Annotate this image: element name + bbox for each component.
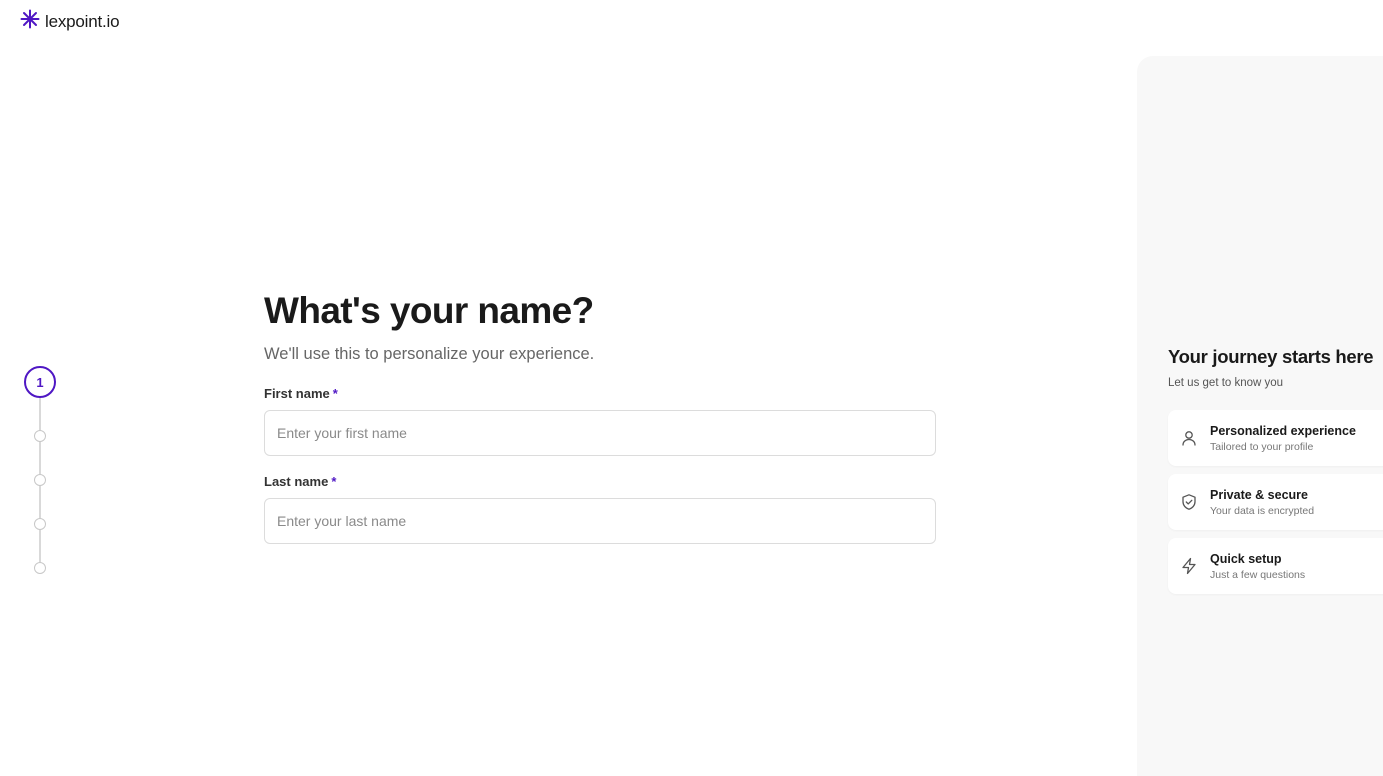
step-4-dot bbox=[34, 518, 46, 530]
brand-name: lexpoint.io bbox=[45, 11, 120, 31]
feature-card-secure: Private & secure Your data is encrypted bbox=[1168, 474, 1383, 530]
lightning-icon bbox=[1180, 557, 1198, 575]
feature-text: Private & secure Your data is encrypted bbox=[1210, 487, 1314, 518]
first-name-input[interactable] bbox=[264, 410, 936, 456]
step-5-dot bbox=[34, 562, 46, 574]
required-asterisk: * bbox=[332, 386, 338, 401]
onboarding-page: lexpoint.io 1 What's your name? We'll us… bbox=[0, 0, 1383, 776]
side-panel-subtitle: Let us get to know you bbox=[1168, 377, 1284, 389]
feature-title: Quick setup bbox=[1210, 551, 1282, 566]
side-panel-content: Your journey starts here Let us get to k… bbox=[1168, 346, 1383, 602]
info-side-panel: Your journey starts here Let us get to k… bbox=[1137, 56, 1383, 776]
feature-text: Personalized experience Tailored to your… bbox=[1210, 423, 1356, 454]
feature-card-personalized: Personalized experience Tailored to your… bbox=[1168, 410, 1383, 466]
feature-title: Private & secure bbox=[1210, 487, 1308, 502]
feature-text: Quick setup Just a few questions bbox=[1210, 551, 1305, 582]
feature-description: Your data is encrypted bbox=[1210, 504, 1315, 517]
feature-description: Tailored to your profile bbox=[1210, 440, 1314, 453]
step-3-dot bbox=[34, 474, 46, 486]
last-name-input[interactable] bbox=[264, 498, 936, 544]
asterisk-logo-icon bbox=[20, 9, 40, 34]
page-title: What's your name? bbox=[264, 290, 594, 331]
name-form: What's your name? We'll use this to pers… bbox=[264, 290, 936, 544]
logo[interactable]: lexpoint.io bbox=[20, 9, 120, 34]
first-name-label: First name * bbox=[264, 386, 936, 402]
feature-list: Personalized experience Tailored to your… bbox=[1168, 410, 1383, 594]
step-1-active: 1 bbox=[24, 366, 56, 398]
shield-check-icon bbox=[1180, 493, 1198, 511]
feature-title: Personalized experience bbox=[1210, 423, 1356, 438]
first-name-label-text: First name bbox=[264, 386, 330, 401]
progress-stepper: 1 bbox=[24, 366, 56, 576]
required-asterisk: * bbox=[331, 474, 337, 489]
feature-description: Just a few questions bbox=[1210, 568, 1306, 581]
last-name-label: Last name * bbox=[264, 474, 936, 490]
first-name-field: First name * bbox=[264, 386, 936, 456]
last-name-label-text: Last name bbox=[264, 474, 329, 489]
step-2-dot bbox=[34, 430, 46, 442]
user-icon bbox=[1180, 429, 1198, 447]
feature-card-quick-setup: Quick setup Just a few questions bbox=[1168, 538, 1383, 594]
page-subtitle: We'll use this to personalize your exper… bbox=[264, 345, 595, 363]
side-panel-title: Your journey starts here bbox=[1168, 346, 1374, 367]
last-name-field: Last name * bbox=[264, 474, 936, 544]
